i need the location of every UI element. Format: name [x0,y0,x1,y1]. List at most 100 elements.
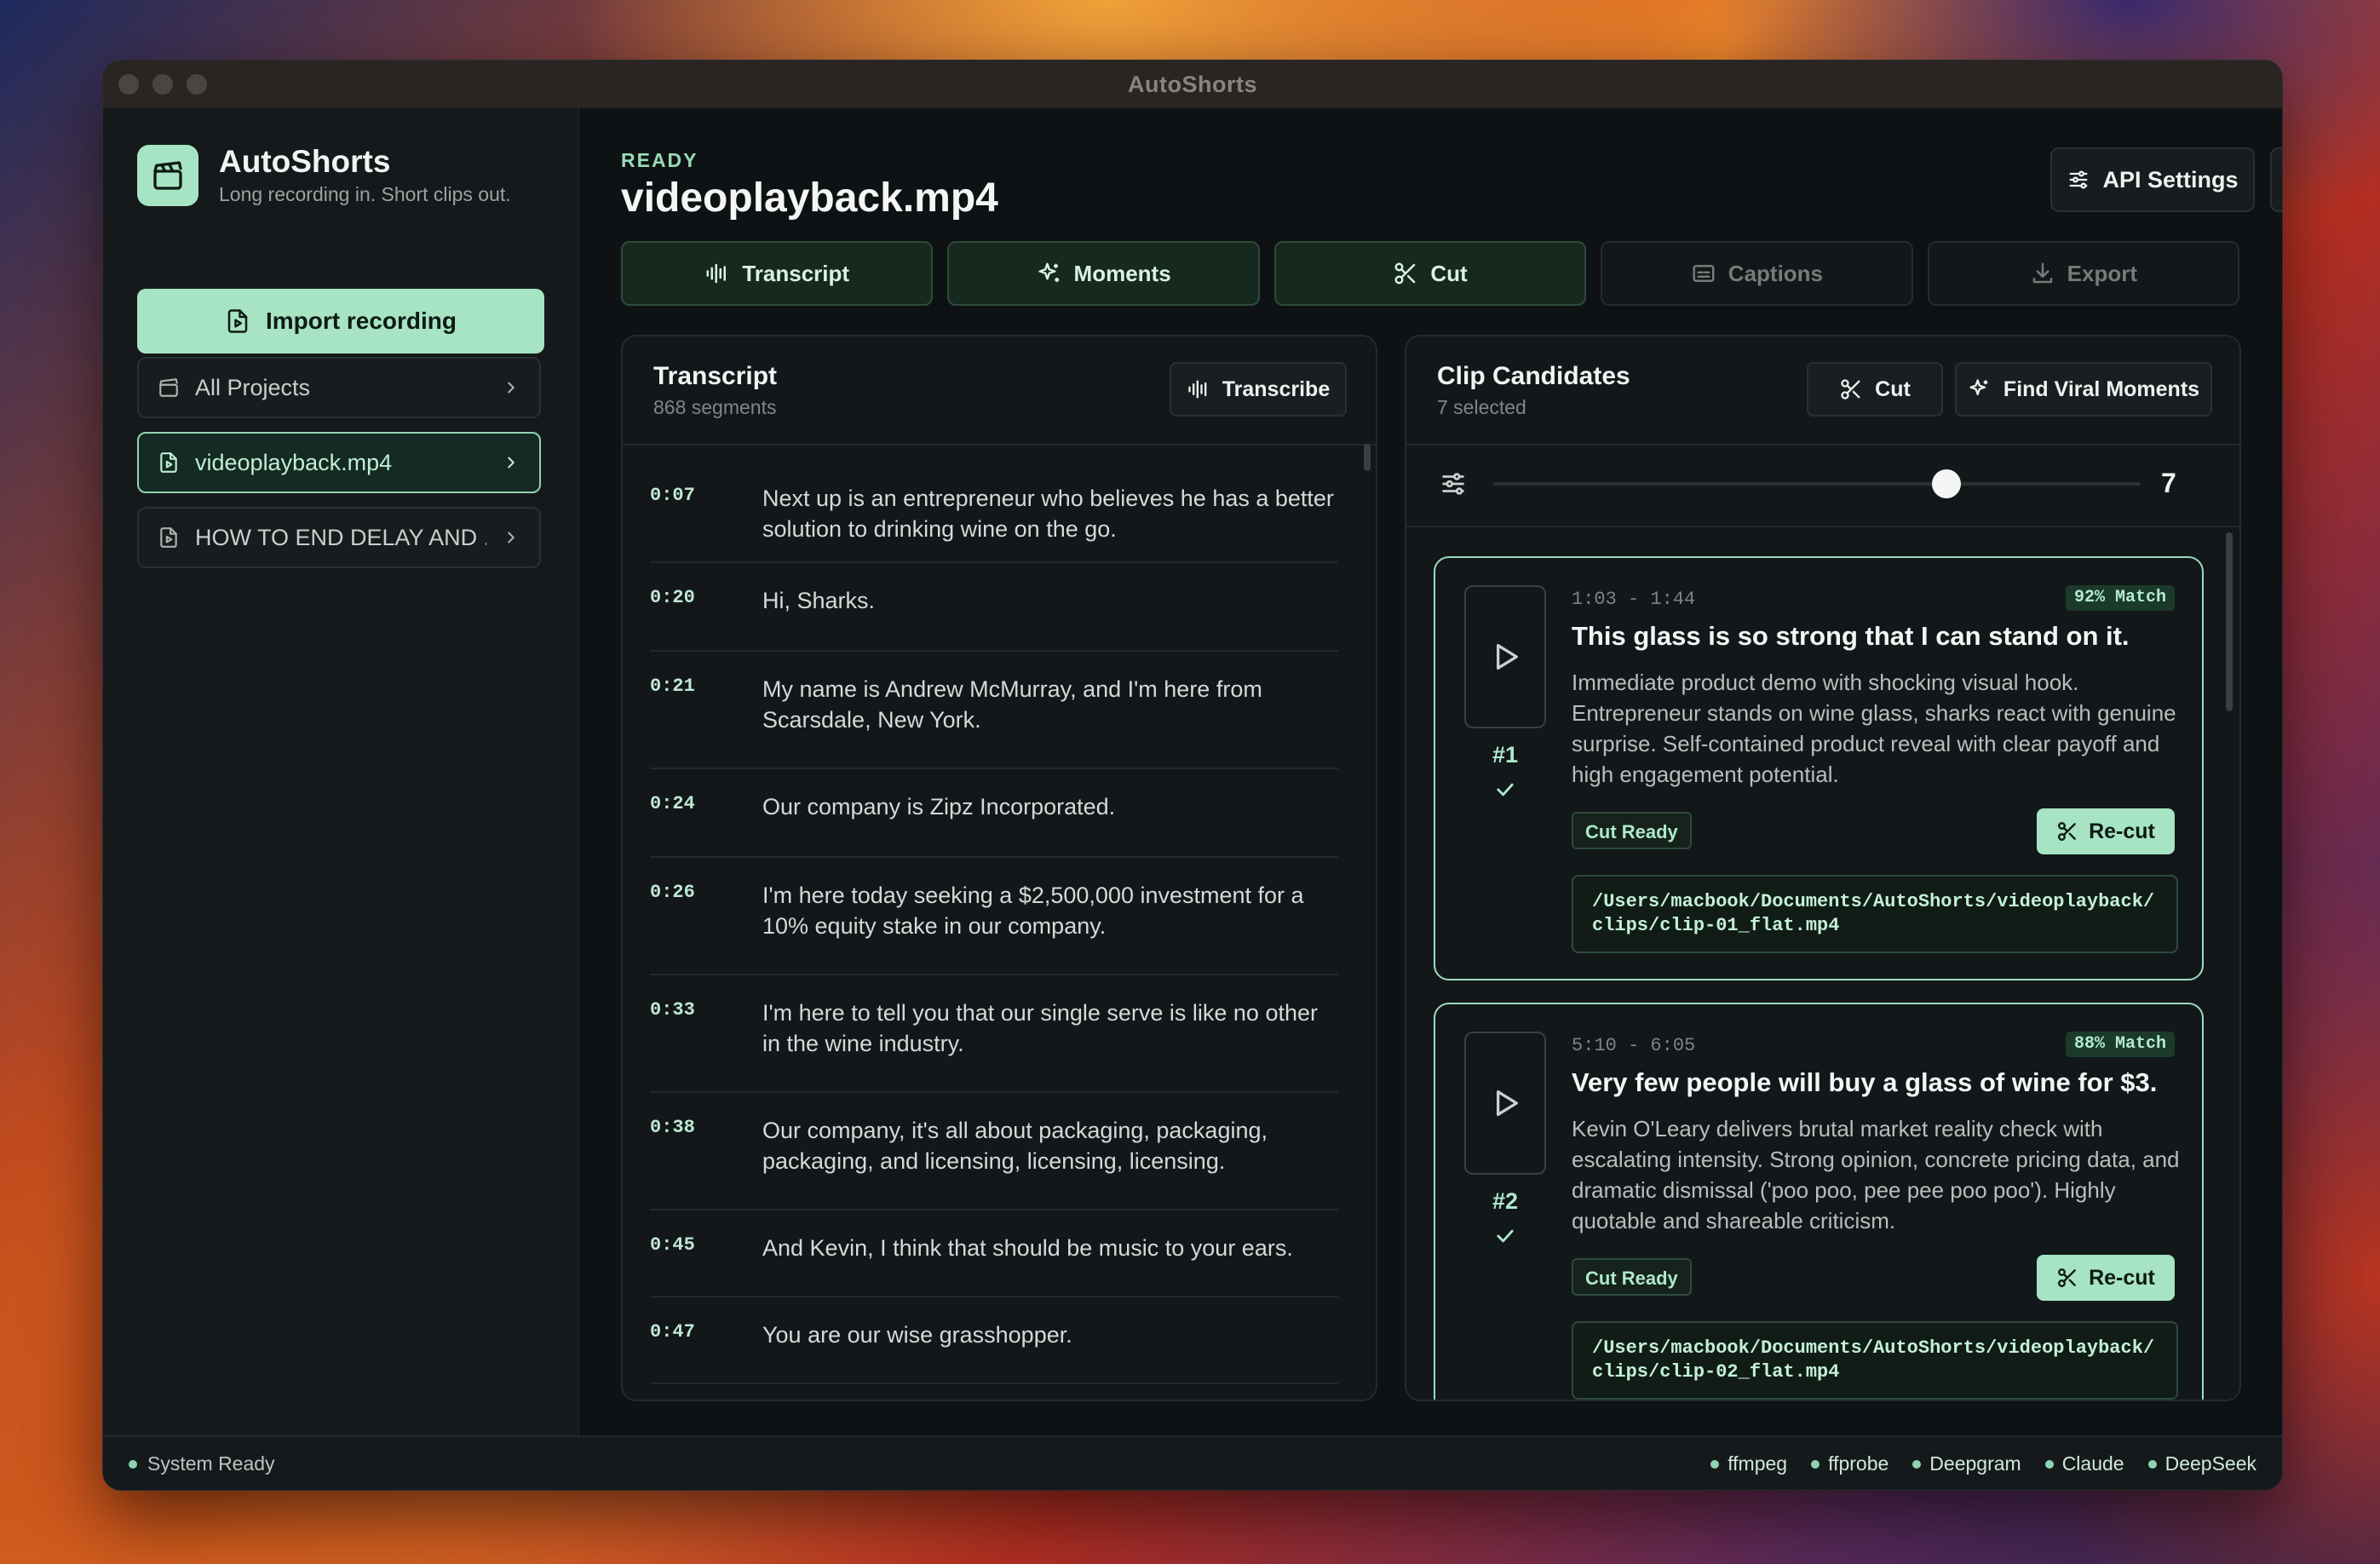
clip-card[interactable]: #1 1:03 - 1:44 92% Match This glass is s… [1434,556,2204,980]
sidebar-item-label: All Projects [195,374,311,400]
segment-text: And Kevin, I think that should be music … [762,1235,1293,1261]
import-recording-button[interactable]: Import recording [137,289,544,354]
clips-scrollbar[interactable] [2226,532,2233,711]
tab-label: Export [2067,260,2137,286]
clip-candidates-header: Clip Candidates 7 selected Cut Find Vira… [1406,336,2239,446]
recut-button[interactable]: Re-cut [2037,1255,2175,1301]
api-settings-button[interactable]: API Settings [2050,147,2255,212]
file-video-icon [158,526,180,549]
workflow-tabs: Transcript Moments Cut Captions Export [621,241,2240,306]
tab-cut[interactable]: Cut [1273,241,1587,306]
clip-output-path[interactable]: /Users/macbook/Documents/AutoShorts/vide… [1572,1321,2178,1400]
download-icon [2030,261,2055,286]
sidebar-item-all-projects[interactable]: All Projects [137,357,541,418]
page-title: videoplayback.mp4 [621,175,998,221]
status-dot [1710,1459,1720,1469]
transcript-segment[interactable]: 0:47 You are our wise grasshopper. [650,1297,1338,1384]
cut-button[interactable]: Cut [1807,362,1943,417]
dependency-label: DeepSeek [2164,1452,2256,1475]
refresh-button[interactable] [2270,147,2282,212]
clip-count-value: 7 [2161,468,2176,498]
brand-name: AutoShorts [219,144,391,179]
segment-time: 0:21 [650,676,695,697]
cut-label: Cut [1875,377,1911,401]
dependency-claude: Claude [2044,1452,2124,1475]
window-controls [118,74,207,95]
match-badge: 88% Match [2065,1032,2175,1057]
tab-export[interactable]: Export [1927,241,2240,306]
dependency-list: ffmpeg ffprobe Deepgram Claude DeepSeek [1710,1452,2256,1475]
transcript-segment[interactable]: 0:21 My name is Andrew McMurray, and I'm… [650,652,1338,769]
clip-rank: #2 [1492,1188,1519,1214]
status-dot [2044,1459,2054,1469]
system-status-label: System Ready [147,1452,275,1475]
clip-count-slider[interactable] [1493,482,2141,486]
tab-label: Captions [1728,260,1824,286]
tab-label: Transcript [742,260,850,286]
segment-text: I'm here today seeking a $2,500,000 inve… [762,883,1304,939]
status-dot [1912,1459,1922,1469]
transcript-segment[interactable]: 0:38 Our company, it's all about packagi… [650,1093,1338,1210]
minimize-window-button[interactable] [152,74,173,95]
find-viral-moments-button[interactable]: Find Viral Moments [1955,362,2212,417]
cut-status-badge: Cut Ready [1572,1258,1692,1296]
clip-title: Very few people will buy a glass of wine… [1572,1067,2158,1097]
title-bar: AutoShorts [103,60,2282,108]
segment-time: 0:47 [650,1321,695,1343]
window-title: AutoShorts [1128,71,1257,97]
dependency-ffprobe: ffprobe [1811,1452,1888,1475]
sidebar-item-videoplayback[interactable]: videoplayback.mp4 [137,432,541,493]
project-status: READY [621,149,698,171]
transcript-segment[interactable]: 0:20 Hi, Sharks. [650,563,1338,652]
tab-captions[interactable]: Captions [1601,241,1913,306]
clip-count-slider-handle[interactable] [1932,469,1961,498]
segment-text: You are our wise grasshopper. [762,1322,1072,1348]
tab-label: Cut [1430,260,1468,286]
segment-text: Our company is Zipz Incorporated. [762,794,1116,819]
sidebar-item-how-to-end-delay[interactable]: HOW TO END DELAY AND ... [137,507,541,568]
chevron-right-icon [502,453,520,472]
dependency-label: ffprobe [1828,1452,1889,1475]
tab-moments[interactable]: Moments [947,241,1260,306]
clip-candidates-title: Clip Candidates [1437,362,1630,390]
segment-time: 0:38 [650,1117,695,1138]
close-window-button[interactable] [118,74,139,95]
scissors-icon [1839,377,1863,401]
match-badge: 92% Match [2065,585,2175,611]
system-status: System Ready [129,1452,275,1475]
transcript-segment[interactable]: 0:24 Our company is Zipz Incorporated. [650,769,1338,858]
brand: AutoShorts Long recording in. Short clip… [137,144,511,206]
segment-time: 0:07 [650,485,695,506]
transcript-segment[interactable]: 0:45 And Kevin, I think that should be m… [650,1210,1338,1297]
transcript-segment[interactable]: 0:07 Next up is an entrepreneur who beli… [650,461,1338,563]
transcribe-button[interactable]: Transcribe [1170,362,1347,417]
dependency-deepseek: DeepSeek [2147,1452,2256,1475]
clip-candidates-panel: Clip Candidates 7 selected Cut Find Vira… [1405,335,2241,1401]
clip-rank: #1 [1492,742,1519,768]
dependency-ffmpeg: ffmpeg [1710,1452,1787,1475]
recut-label: Re-cut [2089,1265,2155,1290]
play-icon [1488,640,1522,674]
zoom-window-button[interactable] [187,74,207,95]
transcript-scrollbar[interactable] [1364,444,1371,471]
segment-time: 0:45 [650,1234,695,1256]
waveform-icon [704,261,730,286]
recut-button[interactable]: Re-cut [2037,808,2175,854]
file-video-icon [158,451,180,474]
play-clip-button[interactable] [1464,585,1546,728]
transcript-segment[interactable]: 0:33 I'm here to tell you that our singl… [650,975,1338,1093]
play-clip-button[interactable] [1464,1032,1546,1175]
transcript-segment[interactable]: 0:26 I'm here today seeking a $2,500,000… [650,858,1338,975]
clip-card[interactable]: #2 5:10 - 6:05 88% Match Very few people… [1434,1003,2204,1400]
scissors-icon [2056,820,2078,842]
captions-icon [1691,261,1716,286]
tab-transcript[interactable]: Transcript [621,241,934,306]
scissors-icon [2056,1267,2078,1289]
segment-time: 0:20 [650,587,695,608]
dependency-label: Deepgram [1929,1452,2021,1475]
import-recording-label: Import recording [265,308,457,334]
recut-label: Re-cut [2089,819,2155,843]
clip-description: Kevin O'Leary delivers brutal market rea… [1572,1116,2180,1233]
waveform-icon [1187,377,1210,401]
clip-output-path[interactable]: /Users/macbook/Documents/AutoShorts/vide… [1572,875,2178,953]
